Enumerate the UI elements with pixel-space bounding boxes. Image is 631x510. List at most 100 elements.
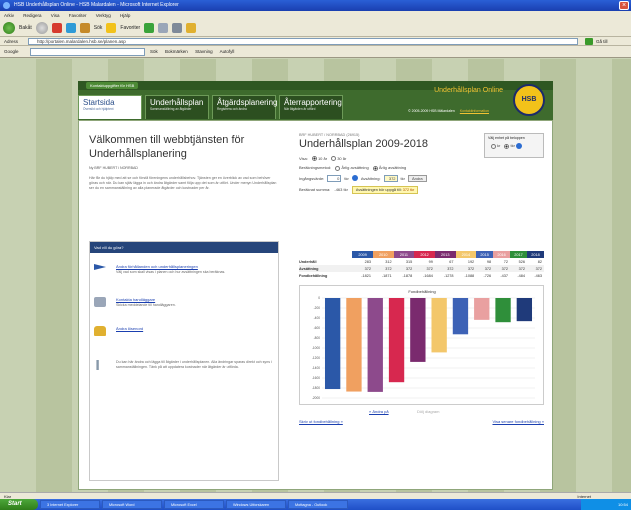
mail-icon[interactable] xyxy=(158,23,169,33)
bar-2018 xyxy=(516,298,533,322)
start-value-unit: tkr xyxy=(344,175,349,181)
calc-opt1-label: Årlig avsättning xyxy=(341,165,369,171)
unit-tkr-label: tkr xyxy=(510,143,515,149)
table-cell: 372 xyxy=(455,265,477,272)
go-button[interactable] xyxy=(585,38,593,45)
table-cell: 372 xyxy=(393,265,415,272)
google-autofill[interactable]: Autofyll xyxy=(220,49,235,54)
taskbar-item[interactable]: 3 Internet Explorer xyxy=(40,500,100,509)
view-30-radio[interactable] xyxy=(331,156,337,162)
address-input[interactable]: http://portalen.malardalen.hsb.se/planen… xyxy=(28,38,578,45)
folder-icon[interactable] xyxy=(186,23,197,33)
taskbar-item[interactable]: Microsoft Word xyxy=(102,500,162,509)
tab-startsida[interactable]: Startsida Översikt och hjälptext xyxy=(78,95,142,119)
home-icon[interactable] xyxy=(79,23,90,33)
refresh-icon[interactable] xyxy=(65,23,76,33)
google-bookmarks[interactable]: Bokmärken xyxy=(165,49,188,54)
input-row: Ingångsvärde: 0 tkr Avsättning: 372 tkr … xyxy=(299,174,544,182)
table-row: Underhåll 283 312 315 99 67 192 98 72 52… xyxy=(299,258,544,265)
table-cell: 372 xyxy=(414,265,435,272)
tab-aterrapportering[interactable]: Återrapportering När åtgärden är utförd xyxy=(279,95,343,119)
taskbar: Start 3 Internet Explorer Microsoft Word… xyxy=(0,499,631,510)
hide-chart-link[interactable]: Dölj diagram xyxy=(417,409,439,414)
bar-2016 xyxy=(474,298,490,320)
bar-2012 xyxy=(388,298,405,383)
y-tick-label: -800 xyxy=(314,336,321,340)
google-items: Sök Bokmärken Stavning Autofyll xyxy=(150,46,240,58)
bar-2015 xyxy=(452,298,469,335)
back-label[interactable]: Bakåt xyxy=(19,25,32,31)
table-cell: 67 xyxy=(449,259,454,264)
favorites-star-icon[interactable] xyxy=(106,23,117,33)
year-2016: 2016 xyxy=(493,251,511,258)
tab-underhallsplan[interactable]: Underhållsplan Sammanställning av åtgärd… xyxy=(145,95,209,119)
address-label: Adress xyxy=(4,39,19,44)
help-icon[interactable] xyxy=(516,143,523,149)
go-label[interactable]: Gå till xyxy=(596,37,608,46)
menu-file[interactable]: Arkiv xyxy=(4,13,14,18)
bar-2013 xyxy=(410,298,426,362)
table-cell: 372 xyxy=(476,265,494,272)
chart-title: Fondbehållning xyxy=(408,289,435,294)
start-help-icon[interactable] xyxy=(351,175,358,182)
menu-help[interactable]: Hjälp xyxy=(120,13,130,18)
taskbar-item[interactable]: Mottagna - Outlook xyxy=(288,500,348,509)
sum-value: -463 tkr xyxy=(334,187,348,193)
calc-method-label: Beräkningsmetod: xyxy=(299,165,332,171)
favorites-button[interactable]: Favoriter xyxy=(120,25,140,31)
year-2012: 2012 xyxy=(414,251,435,258)
y-tick-label: -2000 xyxy=(312,396,320,400)
tab-title: Underhållsplan xyxy=(150,98,204,107)
taskbar-item[interactable]: Windows Utforskaren xyxy=(226,500,286,509)
allocation-input[interactable]: 372 xyxy=(383,174,398,182)
forward-button[interactable] xyxy=(35,22,48,34)
tab-title: Åtgärdsplanering xyxy=(217,98,278,107)
google-spellcheck[interactable]: Stavning xyxy=(195,49,213,54)
menu-view[interactable]: Visa xyxy=(51,13,60,18)
history-icon[interactable] xyxy=(144,23,155,33)
main-tabs: Startsida Översikt och hjälptext Underhå… xyxy=(78,95,343,119)
calc-opt1-radio[interactable] xyxy=(335,165,341,171)
plan-settings-link[interactable]: Ändra förhållanden och underhållsplaneri… xyxy=(116,264,198,269)
search-button[interactable]: Sök xyxy=(94,25,103,31)
change-password-link[interactable]: Ändra lösenord xyxy=(116,326,143,331)
later-fund-link[interactable]: Visa senare fondbehållning » xyxy=(492,419,544,424)
bar-2010 xyxy=(346,298,362,392)
menu-tools[interactable]: Verktyg xyxy=(96,13,111,18)
tab-atgardsplanering[interactable]: Åtgärdsplanering Registrera och ändra xyxy=(212,95,278,119)
summary-row: Beräknat summa: -463 tkr Avsättningen bö… xyxy=(299,185,544,194)
table-cell: 372 xyxy=(434,265,456,272)
y-tick-label: -200 xyxy=(314,306,321,310)
contact-tab[interactable]: Kontaktuppgifter för HSB xyxy=(86,82,139,89)
view-10-radio[interactable] xyxy=(311,156,317,162)
calc-opt2-radio[interactable] xyxy=(372,165,378,171)
unit-tkr-radio[interactable] xyxy=(504,143,510,149)
year-2013: 2013 xyxy=(434,251,456,258)
table-cell: 372 xyxy=(526,265,544,272)
association-name: Ny BRF HUBERT i NORRBAD xyxy=(89,166,138,170)
stop-icon[interactable] xyxy=(51,23,62,33)
copyright: © 2005-2009 HSB Mälardalen Kontaktinform… xyxy=(408,109,489,113)
content-panel: Välkommen till webbtjänsten för Underhål… xyxy=(78,120,553,490)
print-icon[interactable] xyxy=(172,23,183,33)
back-button[interactable] xyxy=(3,22,15,34)
change-button[interactable]: Ändra xyxy=(407,174,427,182)
taskbar-item[interactable]: Microsoft Excel xyxy=(164,500,224,509)
change-chart-link[interactable]: » Ändra på xyxy=(369,409,389,414)
menu-favorites[interactable]: Favoriter xyxy=(69,13,87,18)
close-window-button[interactable]: × xyxy=(619,1,629,10)
y-tick-label: -600 xyxy=(314,326,321,330)
menu-edit[interactable]: Redigera xyxy=(23,13,41,18)
start-value-input[interactable]: 0 xyxy=(327,174,342,182)
contact-officer-link[interactable]: Kontakta handläggare xyxy=(116,297,155,302)
start-button[interactable]: Start xyxy=(0,499,38,510)
table-cell: 526 xyxy=(518,259,525,264)
print-fund-link[interactable]: Skriv ut fondbehållning » xyxy=(299,419,343,424)
unit-kr-radio[interactable] xyxy=(491,143,496,149)
google-search-button[interactable]: Sök xyxy=(150,49,158,54)
system-tray-clock: 10:54 xyxy=(581,499,631,510)
menu-bar: Arkiv Redigera Visa Favoriter Verktyg Hj… xyxy=(0,11,631,20)
contact-link[interactable]: Kontaktinformation xyxy=(460,109,489,113)
google-search-input[interactable] xyxy=(30,48,145,56)
table-row: Avsättning 372 372 372 372 372 372 372 3… xyxy=(299,265,544,272)
